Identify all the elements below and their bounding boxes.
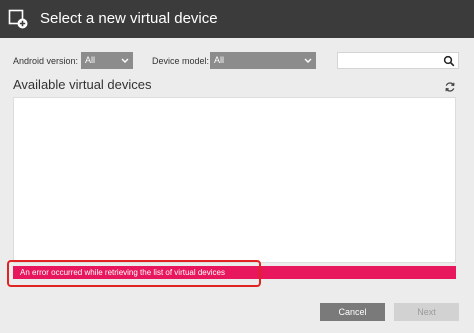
filter-bar: Android version: All Device model: All	[0, 52, 474, 70]
device-model-value: All	[214, 55, 225, 65]
chevron-down-icon	[304, 58, 312, 63]
dialog-titlebar: Select a new virtual device	[0, 0, 474, 38]
add-device-icon	[8, 9, 28, 29]
android-version-value: All	[85, 55, 96, 65]
search-icon[interactable]	[443, 55, 455, 67]
dialog-title: Select a new virtual device	[40, 10, 218, 27]
device-model-select[interactable]: All	[210, 52, 316, 69]
available-devices-heading: Available virtual devices	[13, 77, 152, 92]
cancel-button[interactable]: Cancel	[320, 303, 385, 321]
search-box	[337, 52, 459, 69]
android-version-label: Android version:	[13, 56, 79, 66]
error-highlight-outline	[7, 260, 261, 287]
search-input[interactable]	[340, 54, 438, 67]
android-version-select[interactable]: All	[81, 52, 133, 69]
refresh-icon[interactable]	[444, 81, 456, 93]
virtual-devices-list[interactable]	[13, 97, 456, 263]
next-button[interactable]: Next	[394, 303, 459, 321]
chevron-down-icon	[121, 58, 129, 63]
device-model-label: Device model:	[152, 56, 210, 66]
